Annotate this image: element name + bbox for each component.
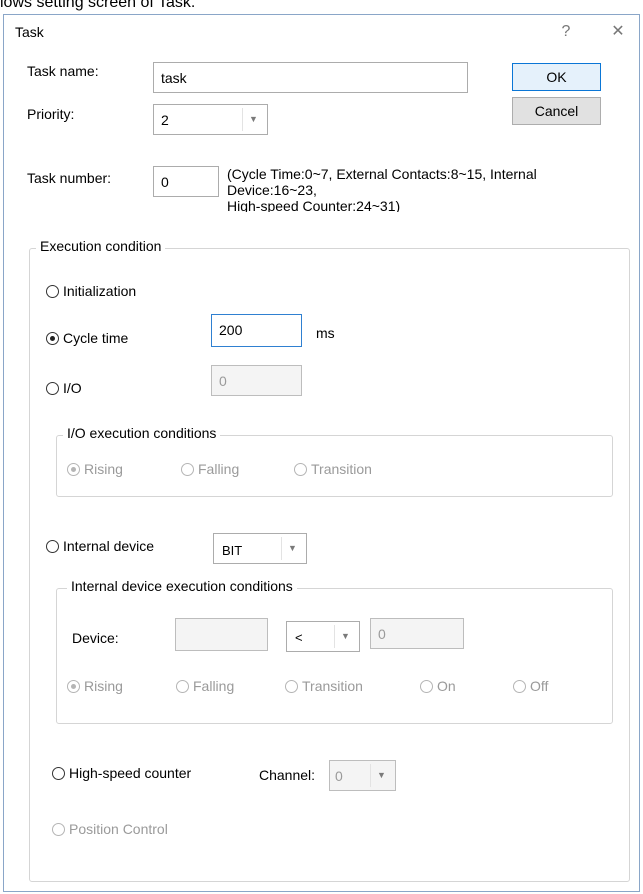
chevron-down-icon: ▼ [281, 537, 303, 560]
io-transition-label: Transition [311, 461, 372, 477]
chevron-down-icon: ▼ [242, 108, 264, 131]
radio-checked-icon [46, 331, 59, 345]
radio-button-icon [52, 822, 65, 836]
channel-select[interactable]: 0 ▼ [329, 760, 396, 791]
channel-value: 0 [335, 768, 343, 784]
radio-button-icon [420, 679, 433, 693]
cycle-time-unit: ms [316, 325, 335, 341]
io-falling-label: Falling [198, 461, 240, 477]
operator-value: < [295, 630, 303, 645]
io-label: I/O [63, 380, 82, 396]
io-rising-label: Rising [84, 461, 123, 477]
channel-label: Channel: [259, 767, 316, 783]
high-speed-counter-radio[interactable]: High-speed counter [52, 765, 191, 781]
chevron-down-icon: ▼ [370, 764, 392, 787]
radio-checked-icon [67, 679, 80, 693]
internal-device-type-value: BIT [222, 543, 243, 558]
radio-button-icon [46, 381, 59, 395]
task-number-input[interactable]: 0 [153, 166, 219, 197]
cycle-time-label: Cycle time [63, 330, 129, 346]
cycle-time-radio[interactable]: Cycle time [46, 330, 128, 346]
internal-device-execution-conditions-group [56, 588, 613, 724]
device-falling-label: Falling [193, 678, 235, 694]
device-rising-label: Rising [84, 678, 123, 694]
radio-button-icon [513, 679, 526, 693]
radio-button-icon [46, 284, 59, 298]
io-radio[interactable]: I/O [46, 380, 82, 396]
task-number-hint-line: High-speed Counter:24~31) [227, 198, 401, 212]
task-number-hint-line: Device:16~23, [227, 182, 317, 198]
io-execution-conditions-title: I/O execution conditions [63, 425, 221, 441]
operator-select[interactable]: < ▼ [286, 621, 360, 652]
dialog-title: Task [15, 24, 44, 40]
radio-button-icon [294, 462, 307, 476]
initialization-radio[interactable]: Initialization [46, 283, 136, 299]
io-transition-radio[interactable]: Transition [294, 461, 372, 477]
priority-label: Priority: [27, 106, 75, 122]
device-off-radio[interactable]: Off [513, 678, 548, 694]
device-on-label: On [437, 678, 456, 694]
io-falling-radio[interactable]: Falling [181, 461, 239, 477]
internal-device-type-select[interactable]: BIT ▼ [213, 533, 307, 564]
device-label: Device: [72, 630, 119, 646]
device-on-radio[interactable]: On [420, 678, 456, 694]
task-number-hint: (Cycle Time:0~7, External Contacts:8~15,… [227, 166, 629, 212]
execution-condition-title: Execution condition [36, 238, 166, 254]
radio-button-icon [46, 539, 59, 553]
task-number-hint-line: (Cycle Time:0~7, External Contacts:8~15,… [227, 166, 537, 182]
priority-select[interactable]: 2 ▼ [153, 104, 268, 135]
position-control-radio[interactable]: Position Control [52, 821, 168, 837]
initialization-label: Initialization [63, 283, 137, 299]
task-name-label: Task name: [27, 63, 99, 79]
compare-value-input[interactable]: 0 [370, 618, 464, 649]
radio-button-icon [176, 679, 189, 693]
io-value-input[interactable]: 0 [211, 365, 302, 396]
task-dialog: Task ? ✕ Task name: task OK Cancel Prior… [3, 14, 640, 892]
chevron-down-icon: ▼ [334, 625, 356, 648]
device-input[interactable] [175, 618, 268, 651]
cycle-time-input[interactable]: 200 [211, 314, 302, 347]
high-speed-counter-label: High-speed counter [69, 765, 192, 781]
ok-button[interactable]: OK [512, 63, 601, 91]
internal-device-radio[interactable]: Internal device [46, 538, 154, 554]
radio-button-icon [181, 462, 194, 476]
device-transition-radio[interactable]: Transition [285, 678, 363, 694]
help-icon[interactable]: ? [552, 19, 580, 45]
cancel-button[interactable]: Cancel [512, 97, 601, 125]
internal-device-execution-conditions-title: Internal device execution conditions [67, 578, 297, 594]
device-transition-label: Transition [302, 678, 363, 694]
task-number-label: Task number: [27, 170, 112, 186]
radio-checked-icon [67, 462, 80, 476]
radio-button-icon [52, 766, 65, 780]
device-falling-radio[interactable]: Falling [176, 678, 234, 694]
radio-button-icon [285, 679, 298, 693]
internal-device-label: Internal device [63, 538, 155, 554]
close-icon[interactable]: ✕ [604, 19, 632, 45]
io-rising-radio[interactable]: Rising [67, 461, 123, 477]
position-control-label: Position Control [69, 821, 168, 837]
task-name-input[interactable]: task [153, 62, 468, 93]
device-rising-radio[interactable]: Rising [67, 678, 123, 694]
priority-value: 2 [161, 112, 169, 128]
screenshot-caption: lows setting screen of Task. [0, 0, 196, 11]
title-bar: Task ? ✕ [4, 15, 639, 49]
device-off-label: Off [530, 678, 549, 694]
